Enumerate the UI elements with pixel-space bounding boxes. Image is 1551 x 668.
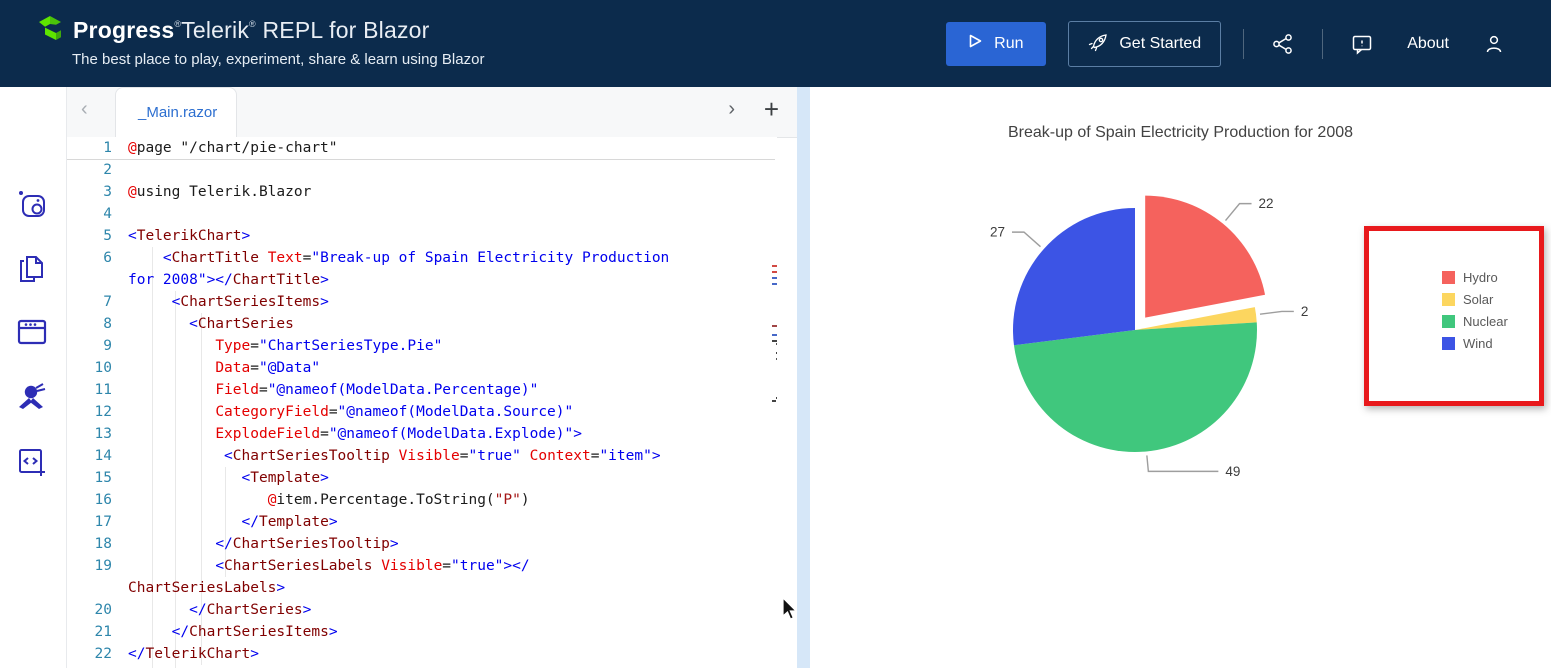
header-divider (1322, 29, 1323, 59)
app-header: Progress®Telerik® REPL for Blazor The be… (0, 0, 1551, 87)
code-row[interactable]: 4 (67, 203, 777, 225)
code-row[interactable]: 9 Type="ChartSeriesType.Pie" (67, 335, 777, 357)
get-started-label: Get Started (1119, 35, 1201, 53)
pie-label: 27 (990, 225, 1005, 240)
minimap[interactable] (772, 265, 777, 403)
code-row[interactable]: 12 CategoryField="@nameof(ModelData.Sour… (67, 401, 777, 423)
brand-tagline: The best place to play, experiment, shar… (72, 51, 484, 68)
code-row[interactable]: 19 <ChartSeriesLabels Visible="true"></ (67, 555, 777, 577)
header-divider (1243, 29, 1244, 59)
code-row[interactable]: 10 Data="@Data" (67, 357, 777, 379)
code-row[interactable]: 11 Field="@nameof(ModelData.Percentage)" (67, 379, 777, 401)
rocket-icon (1088, 31, 1109, 57)
browser-window-icon[interactable] (15, 315, 49, 349)
pie-slice-hydro[interactable] (1145, 196, 1265, 318)
brand-title: Progress®Telerik® REPL for Blazor (73, 17, 430, 44)
line-number: 8 (67, 313, 112, 335)
about-link[interactable]: About (1401, 35, 1455, 53)
label-leader-line (1260, 311, 1294, 314)
run-label: Run (994, 35, 1023, 53)
line-number: 18 (67, 533, 112, 555)
code-row[interactable]: 20 </ChartSeries> (67, 599, 777, 621)
run-button[interactable]: Run (946, 22, 1046, 66)
code-row[interactable]: 5<TelerikChart> (67, 225, 777, 247)
play-icon (969, 34, 982, 53)
code-row[interactable]: 14 <ChartSeriesTooltip Visible="true" Co… (67, 445, 777, 467)
tab-main-razor[interactable]: _Main.razor (115, 87, 237, 137)
user-icon[interactable] (1477, 27, 1511, 61)
pie-label: 22 (1259, 196, 1274, 211)
label-leader-line (1012, 232, 1041, 247)
add-tab-button[interactable]: + (764, 94, 779, 125)
snippet-camera-icon[interactable] (15, 187, 49, 221)
line-number: 4 (67, 203, 112, 225)
code-row[interactable]: 18 </ChartSeriesTooltip> (67, 533, 777, 555)
code-lines: 1@page "/chart/pie-chart"23@using Teleri… (67, 137, 777, 665)
preview-panel: Break-up of Spain Electricity Production… (810, 87, 1551, 668)
line-number: 9 (67, 335, 112, 357)
mouse-cursor (781, 597, 799, 626)
new-snippet-code-icon[interactable] (15, 445, 49, 479)
pie-slice-nuclear[interactable] (1014, 322, 1257, 452)
code-row[interactable]: 1@page "/chart/pie-chart" (67, 137, 775, 159)
code-row[interactable]: 8 <ChartSeries (67, 313, 777, 335)
split-divider[interactable] (797, 87, 810, 668)
feedback-button[interactable] (1345, 27, 1379, 61)
app-window: Progress®Telerik® REPL for Blazor The be… (0, 0, 1551, 668)
next-tab-button[interactable]: › (728, 98, 735, 121)
code-editor[interactable]: 1@page "/chart/pie-chart"23@using Teleri… (67, 137, 777, 668)
line-number: 22 (67, 643, 112, 665)
annotation-box (1364, 226, 1544, 406)
code-row[interactable]: 2 (67, 159, 777, 181)
line-number: 17 (67, 511, 112, 533)
brand: Progress®Telerik® REPL for Blazor The be… (36, 14, 484, 68)
code-row[interactable]: 16 @item.Percentage.ToString("P") (67, 489, 777, 511)
line-number: 19 (67, 555, 112, 577)
share-button[interactable] (1266, 27, 1300, 61)
label-leader-line (1147, 455, 1219, 471)
get-started-button[interactable]: Get Started (1068, 21, 1221, 67)
pie-label: 49 (1225, 464, 1240, 479)
progress-logo-icon (36, 14, 63, 46)
code-row[interactable]: 7 <ChartSeriesItems> (67, 291, 777, 313)
line-number: 14 (67, 445, 112, 467)
code-row[interactable]: ChartSeriesLabels> (67, 577, 777, 599)
code-row[interactable]: 21 </ChartSeriesItems> (67, 621, 777, 643)
tab-label: _Main.razor (138, 104, 217, 121)
line-number: 1 (67, 137, 112, 159)
line-number: 12 (67, 401, 112, 423)
label-leader-line (1226, 204, 1252, 221)
code-row[interactable]: 3@using Telerik.Blazor (67, 181, 777, 203)
line-number: 10 (67, 357, 112, 379)
line-number: 15 (67, 467, 112, 489)
line-number: 5 (67, 225, 112, 247)
line-number: 11 (67, 379, 112, 401)
line-number: 16 (67, 489, 112, 511)
pie-label: 2 (1301, 304, 1309, 319)
pie-slice-wind[interactable] (1013, 208, 1135, 345)
line-number: 13 (67, 423, 112, 445)
editor-tabstrip: ‹ _Main.razor › + (67, 87, 797, 138)
code-row[interactable]: 6 <ChartTitle Text="Break-up of Spain El… (67, 247, 777, 269)
line-number: 21 (67, 621, 112, 643)
left-toolbar (0, 87, 67, 668)
telerik-ninja-icon[interactable] (15, 380, 49, 414)
prev-tab-button[interactable]: ‹ (81, 98, 88, 121)
code-row[interactable]: 22</TelerikChart> (67, 643, 777, 665)
line-number: 7 (67, 291, 112, 313)
copy-pages-icon[interactable] (15, 252, 49, 286)
code-row[interactable]: for 2008"></ChartTitle> (67, 269, 777, 291)
code-row[interactable]: 13 ExplodeField="@nameof(ModelData.Explo… (67, 423, 777, 445)
line-number: 6 (67, 247, 112, 269)
code-row[interactable]: 17 </Template> (67, 511, 777, 533)
line-number: 2 (67, 159, 112, 181)
line-number: 3 (67, 181, 112, 203)
code-row[interactable]: 15 <Template> (67, 467, 777, 489)
line-number: 20 (67, 599, 112, 621)
